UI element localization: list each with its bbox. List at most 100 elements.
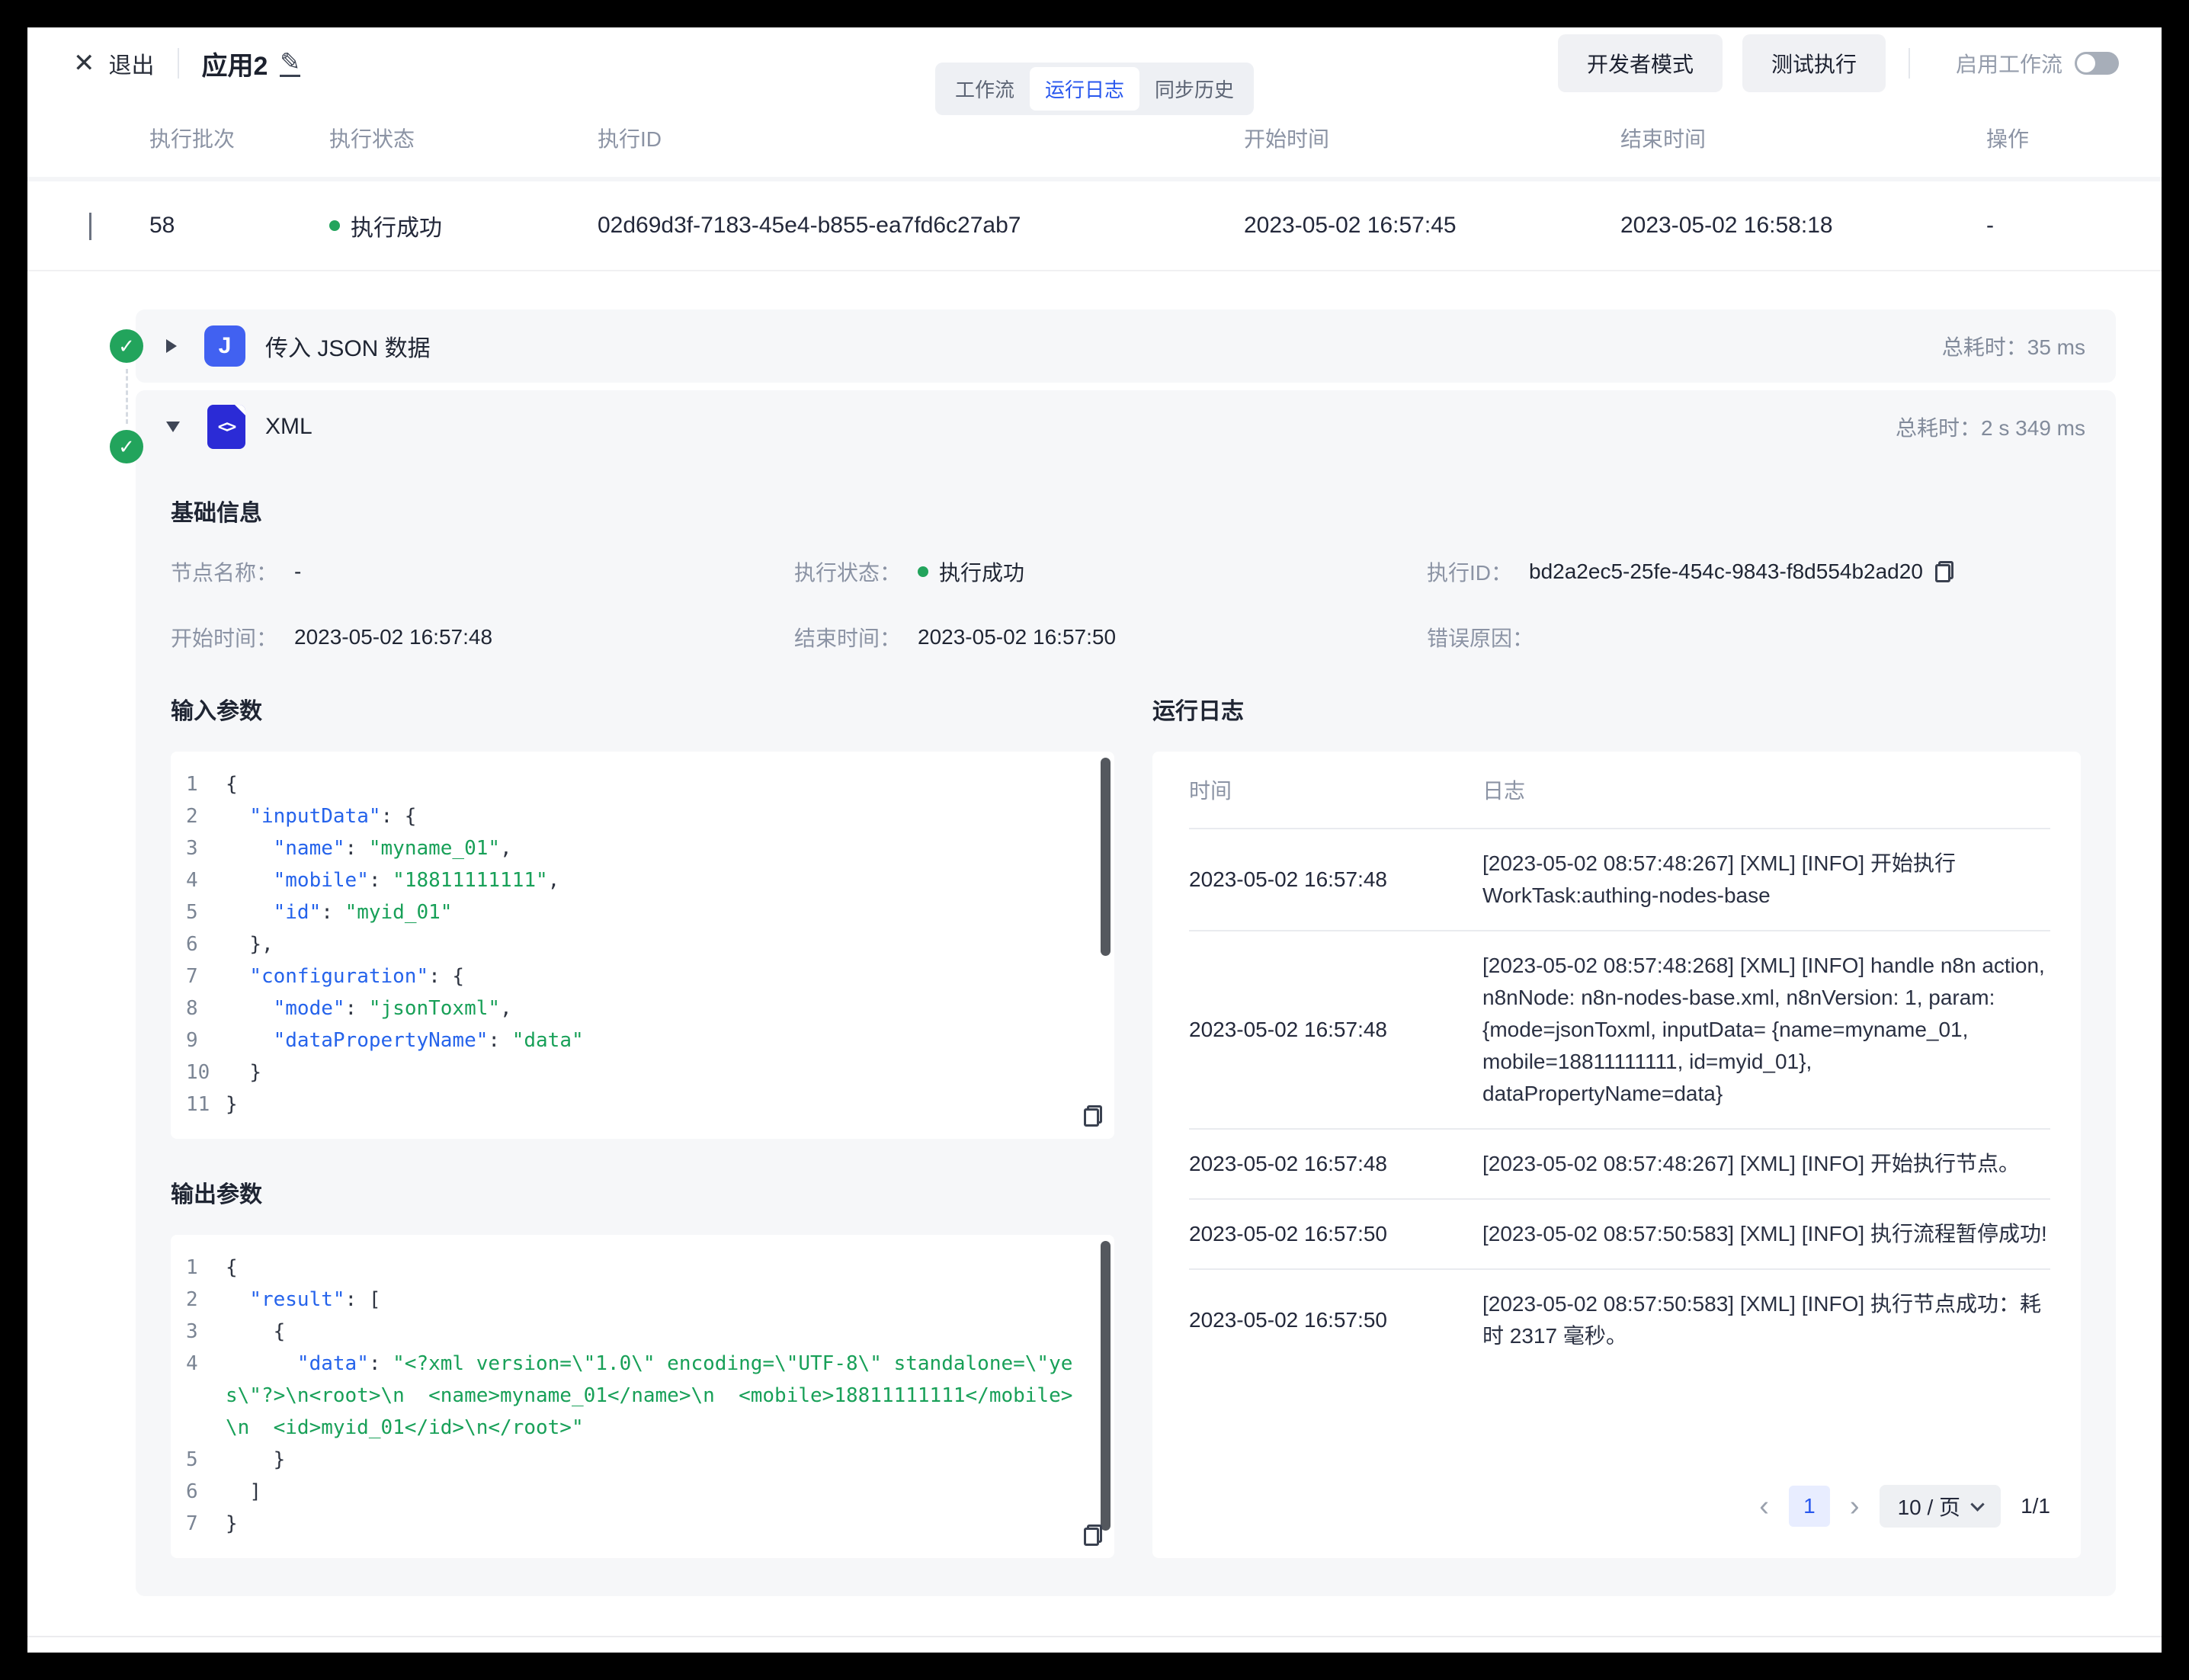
field-node-name: 节点名称： - bbox=[171, 556, 794, 587]
xml-file-icon: <> bbox=[207, 405, 245, 449]
field-error-reason: 错误原因： bbox=[1427, 622, 2081, 652]
run-log-title: 运行日志 bbox=[1152, 692, 2081, 726]
column-header: 执行ID bbox=[598, 123, 1244, 153]
developer-mode-button[interactable]: 开发者模式 bbox=[1558, 34, 1723, 92]
input-code-lines: 1{2 "inputData": {3 "name": "myname_01",… bbox=[186, 768, 1084, 1121]
code-line: 3 "name": "myname_01", bbox=[186, 832, 1084, 864]
column-header: 结束时间 bbox=[1620, 123, 1986, 153]
node-detail: 基础信息 节点名称： - 执行状态： 执行成功 执行ID： bd2a2ec5-2… bbox=[136, 494, 2116, 1596]
prev-page-icon[interactable]: ‹ bbox=[1759, 1492, 1769, 1521]
footer-divider bbox=[27, 1636, 2162, 1637]
table-row[interactable]: 58 执行成功 02d69d3f-7183-45e4-b855-ea7fd6c2… bbox=[27, 181, 2162, 271]
code-line: 7 "configuration": { bbox=[186, 960, 1084, 992]
log-message: [2023-05-02 08:57:50:583] [XML] [INFO] 执… bbox=[1482, 1288, 2050, 1352]
page-size-select[interactable]: 10 / 页 bbox=[1880, 1485, 2001, 1528]
node-header[interactable]: <> XML 总耗时：2 s 349 ms bbox=[136, 390, 2116, 463]
input-params-code[interactable]: 1{2 "inputData": {3 "name": "myname_01",… bbox=[171, 752, 1114, 1139]
node-duration: 总耗时：2 s 349 ms bbox=[1896, 412, 2085, 442]
code-line: 5 "id": "myid_01" bbox=[186, 896, 1084, 928]
node-duration: 总耗时：35 ms bbox=[1942, 331, 2085, 361]
node-card-xml: <> XML 总耗时：2 s 349 ms 基础信息 节点名称： - 执行状态： bbox=[136, 390, 2116, 1596]
run-log-column: 运行日志 时间 日志 2023-05-02 16:57:48[2023-05-0… bbox=[1152, 692, 2081, 1558]
code-line: 7} bbox=[186, 1508, 1084, 1540]
field-exec-id: 执行ID： bd2a2ec5-25fe-454c-9843-f8d554b2ad… bbox=[1427, 556, 2081, 587]
top-bar: ✕ 退出 应用2 ✎ 工作流运行日志同步历史 开发者模式 测试执行 启用工作流 bbox=[27, 27, 2162, 99]
scrollbar[interactable] bbox=[1101, 1241, 1111, 1531]
toggle-knob bbox=[2077, 54, 2095, 72]
output-params-title: 输出参数 bbox=[171, 1175, 1114, 1209]
copy-icon[interactable] bbox=[1084, 1105, 1102, 1127]
status-text: 执行成功 bbox=[351, 209, 442, 242]
log-row: 2023-05-02 16:57:50[2023-05-02 08:57:50:… bbox=[1189, 1270, 2050, 1371]
column-header-log: 日志 bbox=[1482, 774, 1525, 805]
app-window: ✕ 退出 应用2 ✎ 工作流运行日志同步历史 开发者模式 测试执行 启用工作流 … bbox=[27, 27, 2162, 1653]
log-time: 2023-05-02 16:57:50 bbox=[1189, 1308, 1482, 1332]
exit-label[interactable]: 退出 bbox=[109, 46, 155, 80]
basic-info-row-2: 开始时间： 2023-05-02 16:57:48 结束时间： 2023-05-… bbox=[171, 622, 2081, 652]
field-exec-status: 执行状态： 执行成功 bbox=[794, 556, 1427, 587]
code-line: 1{ bbox=[186, 1252, 1084, 1284]
run-log-table: 时间 日志 2023-05-02 16:57:48[2023-05-02 08:… bbox=[1152, 752, 2081, 1558]
log-row: 2023-05-02 16:57:48[2023-05-02 08:57:48:… bbox=[1189, 829, 2050, 931]
tab[interactable]: 运行日志 bbox=[1030, 67, 1139, 111]
code-line: 10 } bbox=[186, 1056, 1084, 1088]
tab[interactable]: 同步历史 bbox=[1139, 67, 1249, 111]
log-time: 2023-05-02 16:57:48 bbox=[1189, 867, 1482, 892]
scrollbar[interactable] bbox=[1101, 758, 1111, 956]
node-name: XML bbox=[265, 414, 312, 440]
log-time: 2023-05-02 16:57:50 bbox=[1189, 1222, 1482, 1246]
input-params-title: 输入参数 bbox=[171, 692, 1114, 726]
log-row: 2023-05-02 16:57:48[2023-05-02 08:57:48:… bbox=[1189, 1130, 2050, 1200]
code-line: 9 "dataPropertyName": "data" bbox=[186, 1024, 1084, 1056]
end-time: 2023-05-02 16:58:18 bbox=[1620, 213, 1986, 239]
code-line: 1{ bbox=[186, 768, 1084, 800]
node-card-json-input[interactable]: J 传入 JSON 数据 总耗时：35 ms bbox=[136, 309, 2116, 383]
log-time: 2023-05-02 16:57:48 bbox=[1189, 1018, 1482, 1042]
edit-title-icon[interactable]: ✎ bbox=[280, 50, 300, 78]
enable-workflow-toggle[interactable] bbox=[2075, 52, 2119, 75]
page-total: 1/1 bbox=[2021, 1494, 2050, 1518]
column-header: 操作 bbox=[1986, 123, 2162, 153]
test-run-button[interactable]: 测试执行 bbox=[1742, 34, 1886, 92]
log-time: 2023-05-02 16:57:48 bbox=[1189, 1152, 1482, 1176]
basic-info-row-1: 节点名称： - 执行状态： 执行成功 执行ID： bd2a2ec5-25fe-4… bbox=[171, 556, 2081, 587]
node-timeline: ✓ ✓ J 传入 JSON 数据 总耗时：35 ms <> XML 总耗时：2 … bbox=[27, 309, 2162, 1596]
code-line: 2 "result": [ bbox=[186, 1284, 1084, 1316]
collapse-row-icon[interactable] bbox=[89, 213, 91, 240]
expand-node-icon[interactable] bbox=[166, 339, 177, 353]
copy-icon[interactable] bbox=[1935, 561, 1953, 582]
enable-workflow-label: 启用工作流 bbox=[1956, 48, 2062, 79]
collapse-node-icon[interactable] bbox=[166, 422, 180, 432]
column-header: 执行批次 bbox=[149, 123, 329, 153]
node-name: 传入 JSON 数据 bbox=[265, 329, 431, 363]
field-end-time: 结束时间： 2023-05-02 16:57:50 bbox=[794, 622, 1427, 652]
chevron-down-icon bbox=[1970, 1497, 1984, 1511]
start-time: 2023-05-02 16:57:45 bbox=[1244, 213, 1620, 239]
copy-icon[interactable] bbox=[1084, 1525, 1102, 1546]
code-line: 4 "data": "<?xml version=\"1.0\" encodin… bbox=[186, 1348, 1084, 1444]
close-icon[interactable]: ✕ bbox=[73, 50, 95, 76]
divider bbox=[178, 48, 179, 79]
page-title: 应用2 bbox=[202, 45, 268, 82]
basic-info-title: 基础信息 bbox=[171, 494, 2081, 527]
code-line: 5 } bbox=[186, 1444, 1084, 1476]
success-check-icon: ✓ bbox=[110, 430, 143, 463]
code-line: 8 "mode": "jsonToxml", bbox=[186, 992, 1084, 1024]
code-line: 6 ] bbox=[186, 1476, 1084, 1508]
batch-number: 58 bbox=[149, 213, 329, 239]
status-badge: 执行成功 bbox=[329, 209, 598, 242]
code-line: 6 }, bbox=[186, 928, 1084, 960]
exit-button[interactable]: ✕ 退出 bbox=[73, 46, 155, 80]
output-params-code[interactable]: 1{2 "result": [3 {4 "data": "<?xml versi… bbox=[171, 1235, 1114, 1558]
log-row: 2023-05-02 16:57:50[2023-05-02 08:57:50:… bbox=[1189, 1200, 2050, 1270]
column-header: 开始时间 bbox=[1244, 123, 1620, 153]
log-message: [2023-05-02 08:57:48:267] [XML] [INFO] 开… bbox=[1482, 1148, 2020, 1180]
page-number-button[interactable]: 1 bbox=[1789, 1486, 1830, 1527]
success-dot-icon bbox=[329, 220, 340, 231]
next-page-icon[interactable]: › bbox=[1850, 1492, 1860, 1521]
run-log-rows: 2023-05-02 16:57:48[2023-05-02 08:57:48:… bbox=[1189, 829, 2050, 1371]
log-message: [2023-05-02 08:57:48:267] [XML] [INFO] 开… bbox=[1482, 848, 2050, 912]
success-check-icon: ✓ bbox=[110, 329, 143, 363]
tab[interactable]: 工作流 bbox=[940, 67, 1030, 111]
json-file-icon: J bbox=[204, 325, 245, 367]
